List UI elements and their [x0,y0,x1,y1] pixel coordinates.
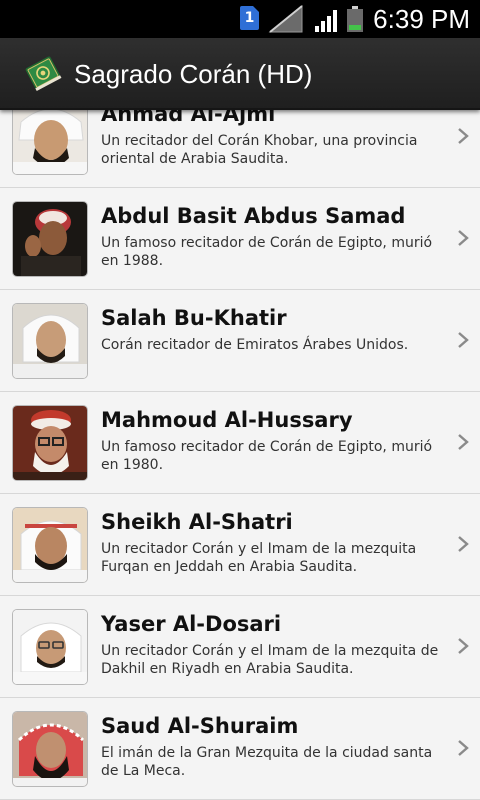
reciter-avatar [12,507,88,583]
reciter-row-yaser-al-dosari[interactable]: Yaser Al-Dosari Un recitador Corán y el … [0,596,480,698]
chevron-right-icon [458,740,469,756]
reciter-avatar [12,405,88,481]
quran-book-icon [25,56,62,92]
chevron-right-icon [458,536,469,552]
chevron-right-icon [458,332,469,348]
chevron-right-icon [458,434,469,450]
app-title: Sagrado Corán (HD) [74,59,313,89]
signal-strength-icon [315,10,337,32]
reciter-avatar [12,99,88,175]
reciter-description: Un recitador Corán y el Imam de la mezqu… [101,643,439,677]
clock: 6:39 PM [373,4,470,34]
reciter-row-abdul-basit[interactable]: Abdul Basit Abdus Samad Un famoso recita… [0,188,480,290]
reciter-avatar [12,711,88,787]
reciter-description: Corán recitador de Emiratos Árabes Unido… [101,337,409,353]
status-bar: 1 6:39 PM [0,0,480,38]
reciter-description: Un recitador Corán y el Imam de la mezqu… [101,541,417,575]
reciter-description: Un recitador del Corán Khobar, una provi… [101,133,418,167]
reciter-name: Saud Al-Shuraim [101,714,299,738]
reciter-row-salah-bu-khatir[interactable]: Salah Bu-Khatir Corán recitador de Emira… [0,290,480,392]
reciter-avatar [12,201,88,277]
battery-icon [347,6,363,32]
chevron-right-icon [458,638,469,654]
reciter-avatar [12,609,88,685]
reciter-name: Sheikh Al-Shatri [101,510,293,534]
reciter-row-mahmoud-al-hussary[interactable]: Mahmoud Al-Hussary Un famoso recitador d… [0,392,480,494]
chevron-right-icon [458,230,469,246]
reciter-description: Un famoso recitador de Corán de Egipto, … [101,439,433,473]
reciter-list: Ahmad Al-Ajmi Un recitador del Corán Kho… [0,84,480,800]
reciter-row-saud-al-shuraim[interactable]: Saud Al-Shuraim El imán de la Gran Mezqu… [0,698,480,800]
chevron-right-icon [458,128,469,144]
sim-indicator-icon: 1 [240,6,259,30]
reciter-avatar [12,303,88,379]
reciter-row-sheikh-al-shatri[interactable]: Sheikh Al-Shatri Un recitador Corán y el… [0,494,480,596]
reciter-name: Abdul Basit Abdus Samad [101,204,406,228]
action-bar: Sagrado Corán (HD) [0,38,480,110]
reciter-description: El imán de la Gran Mezquita de la ciudad… [101,745,433,779]
reciter-description: Un famoso recitador de Corán de Egipto, … [101,235,433,269]
reciter-name: Salah Bu-Khatir [101,306,287,330]
reciter-name: Yaser Al-Dosari [101,612,282,636]
wifi-off-icon [268,4,303,33]
reciter-name: Mahmoud Al-Hussary [101,408,353,432]
